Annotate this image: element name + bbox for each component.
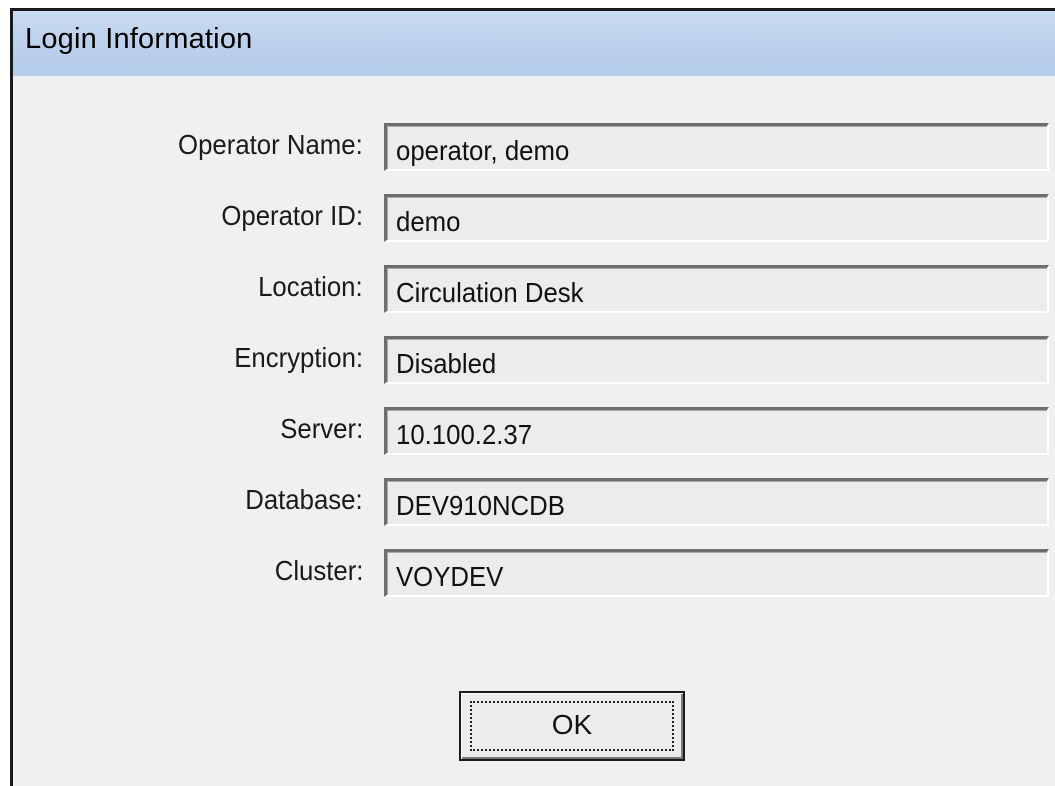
cluster-label: Cluster: [274,555,363,586]
cluster-value: VOYDEV [396,561,504,592]
location-field[interactable]: Circulation Desk [384,265,1049,313]
cluster-field[interactable]: VOYDEV [384,549,1049,597]
field-row-server: Server: 10.100.2.37 [13,405,1055,463]
field-row-encryption: Encryption: Disabled [13,334,1055,392]
login-information-dialog: Login Information Operator Name: operato… [10,8,1055,786]
title-bar[interactable]: Login Information [13,11,1055,76]
field-row-operator-name: Operator Name: operator, demo [13,121,1055,179]
field-row-location: Location: Circulation Desk [13,263,1055,321]
operator-id-field[interactable]: demo [384,194,1049,242]
field-row-database: Database: DEV910NCDB [13,476,1055,534]
field-row-operator-id: Operator ID: demo [13,192,1055,250]
server-label: Server: [279,413,363,444]
encryption-value: Disabled [396,348,497,379]
database-value: DEV910NCDB [396,490,565,521]
database-label: Database: [245,484,363,515]
operator-name-label: Operator Name: [178,129,363,160]
location-value: Circulation Desk [396,277,584,308]
operator-name-value: operator, demo [396,135,570,166]
server-value: 10.100.2.37 [396,419,533,450]
ok-button-label: OK [551,709,593,740]
server-field[interactable]: 10.100.2.37 [384,407,1049,455]
encryption-label: Encryption: [234,342,363,373]
field-row-cluster: Cluster: VOYDEV [13,547,1055,605]
window-title: Login Information [25,23,253,55]
operator-id-label: Operator ID: [221,200,363,231]
operator-name-field[interactable]: operator, demo [384,123,1049,171]
database-field[interactable]: DEV910NCDB [384,478,1049,526]
encryption-field[interactable]: Disabled [384,336,1049,384]
location-label: Location: [258,271,363,302]
operator-id-value: demo [396,206,461,237]
ok-button[interactable]: OK [459,691,685,761]
